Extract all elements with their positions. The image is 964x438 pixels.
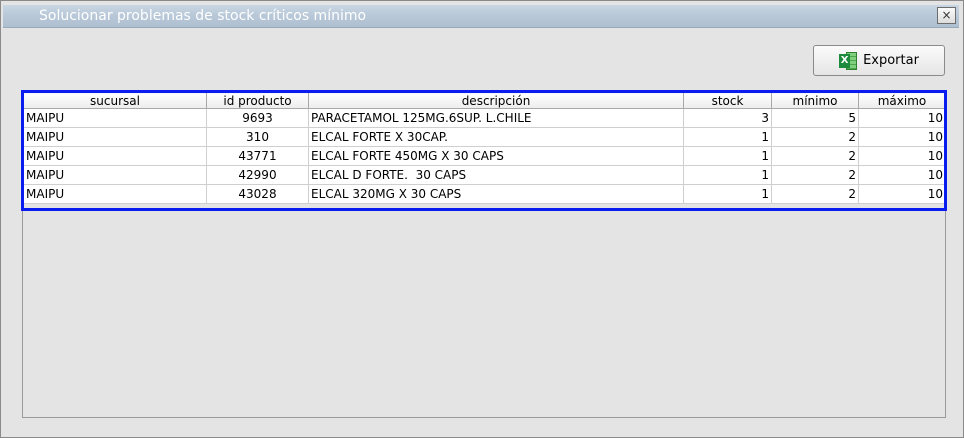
- cell-id-producto: 43028: [206, 184, 309, 204]
- stock-table: sucursal id producto descripción stock m…: [23, 92, 946, 204]
- cell-minimo: 2: [771, 165, 859, 185]
- cell-descripcion: ELCAL D FORTE. 30 CAPS: [308, 165, 684, 185]
- cell-sucursal: MAIPU: [23, 165, 207, 185]
- column-header-minimo[interactable]: mínimo: [771, 92, 859, 109]
- cell-minimo: 2: [771, 146, 859, 166]
- cell-id-producto: 310: [206, 127, 309, 147]
- cell-id-producto: 43771: [206, 146, 309, 166]
- column-header-descripcion[interactable]: descripción: [308, 92, 684, 109]
- column-header-id-producto[interactable]: id producto: [206, 92, 309, 109]
- window-title: Solucionar problemas de stock críticos m…: [39, 8, 367, 24]
- cell-maximo: 10: [858, 165, 946, 185]
- cell-sucursal: MAIPU: [23, 146, 207, 166]
- table-row[interactable]: MAIPU 42990 ELCAL D FORTE. 30 CAPS 1 2 1…: [23, 165, 946, 185]
- table-row[interactable]: MAIPU 310 ELCAL FORTE X 30CAP. 1 2 10: [23, 127, 946, 147]
- title-bar[interactable]: Solucionar problemas de stock críticos m…: [3, 5, 959, 28]
- table-row[interactable]: MAIPU 9693 PARACETAMOL 125MG.6SUP. L.CHI…: [23, 108, 946, 128]
- cell-stock: 1: [683, 146, 772, 166]
- cell-id-producto: 42990: [206, 165, 309, 185]
- column-header-sucursal[interactable]: sucursal: [23, 92, 207, 109]
- excel-icon: X: [839, 51, 858, 70]
- results-table-area[interactable]: sucursal id producto descripción stock m…: [22, 91, 946, 418]
- cell-descripcion: ELCAL FORTE X 30CAP.: [308, 127, 684, 147]
- cell-stock: 1: [683, 127, 772, 147]
- cell-maximo: 10: [858, 146, 946, 166]
- table-row[interactable]: MAIPU 43771 ELCAL FORTE 450MG X 30 CAPS …: [23, 146, 946, 166]
- close-button[interactable]: ×: [937, 7, 956, 24]
- table-header-row: sucursal id producto descripción stock m…: [23, 92, 946, 109]
- cell-maximo: 10: [858, 127, 946, 147]
- cell-id-producto: 9693: [206, 108, 309, 128]
- cell-stock: 3: [683, 108, 772, 128]
- cell-minimo: 2: [771, 127, 859, 147]
- export-button[interactable]: X Exportar: [813, 45, 945, 76]
- cell-stock: 1: [683, 184, 772, 204]
- dialog-window: Solucionar problemas de stock críticos m…: [0, 0, 964, 438]
- cell-sucursal: MAIPU: [23, 127, 207, 147]
- cell-maximo: 10: [858, 184, 946, 204]
- cell-minimo: 2: [771, 184, 859, 204]
- table-row[interactable]: MAIPU 43028 ELCAL 320MG X 30 CAPS 1 2 10: [23, 184, 946, 204]
- cell-descripcion: ELCAL 320MG X 30 CAPS: [308, 184, 684, 204]
- cell-descripcion: PARACETAMOL 125MG.6SUP. L.CHILE: [308, 108, 684, 128]
- export-button-label: Exportar: [863, 53, 919, 68]
- cell-maximo: 10: [858, 108, 946, 128]
- cell-stock: 1: [683, 165, 772, 185]
- column-header-stock[interactable]: stock: [683, 92, 772, 109]
- cell-minimo: 5: [771, 108, 859, 128]
- cell-sucursal: MAIPU: [23, 108, 207, 128]
- cell-sucursal: MAIPU: [23, 184, 207, 204]
- cell-descripcion: ELCAL FORTE 450MG X 30 CAPS: [308, 146, 684, 166]
- column-header-maximo[interactable]: máximo: [858, 92, 946, 109]
